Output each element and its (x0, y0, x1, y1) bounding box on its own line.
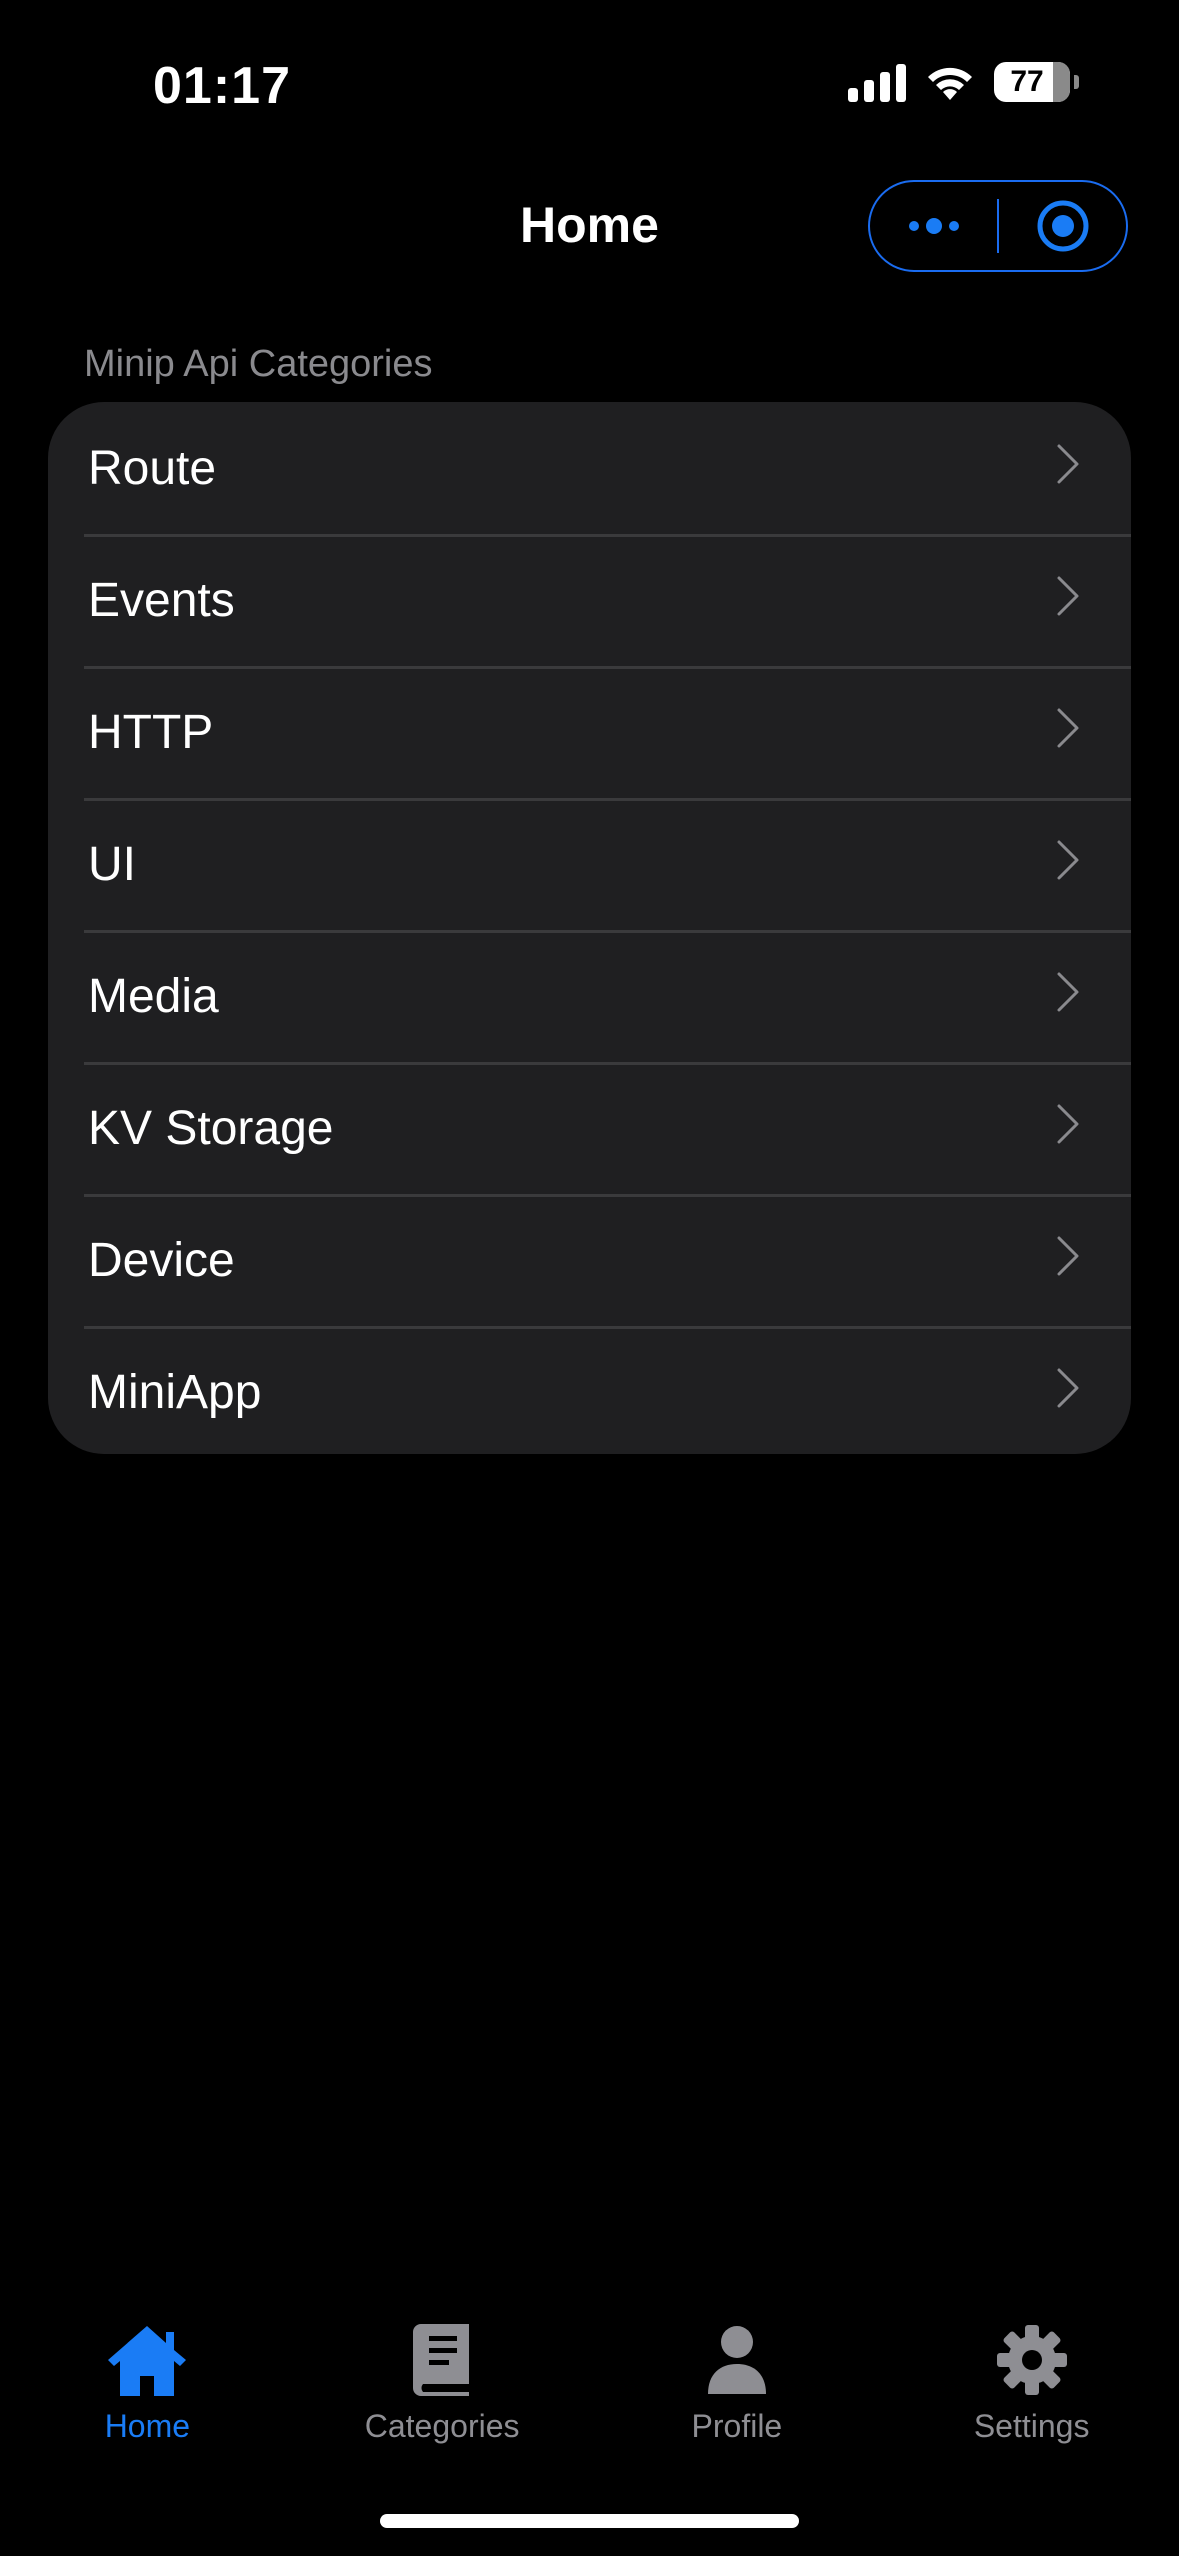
list-item-miniapp[interactable]: MiniApp (48, 1326, 1131, 1454)
list-item-device[interactable]: Device (48, 1194, 1131, 1326)
cellular-signal-icon (848, 62, 906, 102)
status-icons: 77 (848, 62, 1079, 102)
tab-bar: Home Categories Profile Settings (0, 2318, 1179, 2445)
list-item-label: MiniApp (88, 1365, 262, 1419)
list-item-events[interactable]: Events (48, 534, 1131, 666)
tab-label: Categories (364, 2408, 520, 2444)
target-circle-icon (1037, 200, 1088, 252)
list-item-http[interactable]: HTTP (48, 666, 1131, 798)
chevron-right-icon (1057, 576, 1079, 616)
book-icon (413, 2324, 470, 2396)
tab-label: Profile (691, 2408, 783, 2444)
list-item-media[interactable]: Media (48, 930, 1131, 1062)
miniapp-capsule (868, 180, 1128, 272)
tab-home[interactable]: Home (0, 2318, 295, 2445)
list-item-label: Media (88, 969, 219, 1023)
tab-label: Home (104, 2408, 191, 2444)
chevron-right-icon (1057, 840, 1079, 880)
more-button[interactable] (870, 182, 997, 270)
wifi-icon (928, 67, 972, 100)
battery-percent: 77 (1010, 65, 1044, 98)
list-item-label: UI (88, 837, 136, 891)
list-item-label: Route (88, 441, 217, 495)
home-indicator[interactable] (380, 2514, 799, 2528)
battery-nub (1074, 75, 1079, 89)
list-item-label: HTTP (88, 705, 214, 759)
more-dots-icon (908, 218, 959, 234)
tab-categories[interactable]: Categories (295, 2318, 590, 2445)
battery-icon: 77 (994, 62, 1070, 102)
chevron-right-icon (1057, 1236, 1079, 1276)
chevron-right-icon (1057, 1104, 1079, 1144)
person-icon (707, 2326, 766, 2394)
tab-profile[interactable]: Profile (590, 2318, 885, 2445)
list-item-route[interactable]: Route (48, 402, 1131, 534)
list-item-label: Events (88, 573, 235, 627)
section-header: Minip Api Categories (84, 343, 433, 385)
list-item-label: KV Storage (88, 1101, 334, 1155)
list-item-label: Device (88, 1233, 235, 1287)
list-item-kv-storage[interactable]: KV Storage (48, 1062, 1131, 1194)
chevron-right-icon (1057, 708, 1079, 748)
chevron-right-icon (1057, 444, 1079, 484)
tab-settings[interactable]: Settings (884, 2318, 1179, 2445)
category-list: Route Events HTTP UI Media KV Storage De… (48, 402, 1131, 1454)
tab-label: Settings (973, 2408, 1090, 2444)
close-miniapp-button[interactable] (999, 182, 1126, 270)
chevron-right-icon (1057, 972, 1079, 1012)
chevron-right-icon (1057, 1368, 1079, 1408)
status-time: 01:17 (153, 57, 291, 115)
gear-icon (996, 2325, 1067, 2395)
home-icon (108, 2326, 187, 2396)
list-item-ui[interactable]: UI (48, 798, 1131, 930)
